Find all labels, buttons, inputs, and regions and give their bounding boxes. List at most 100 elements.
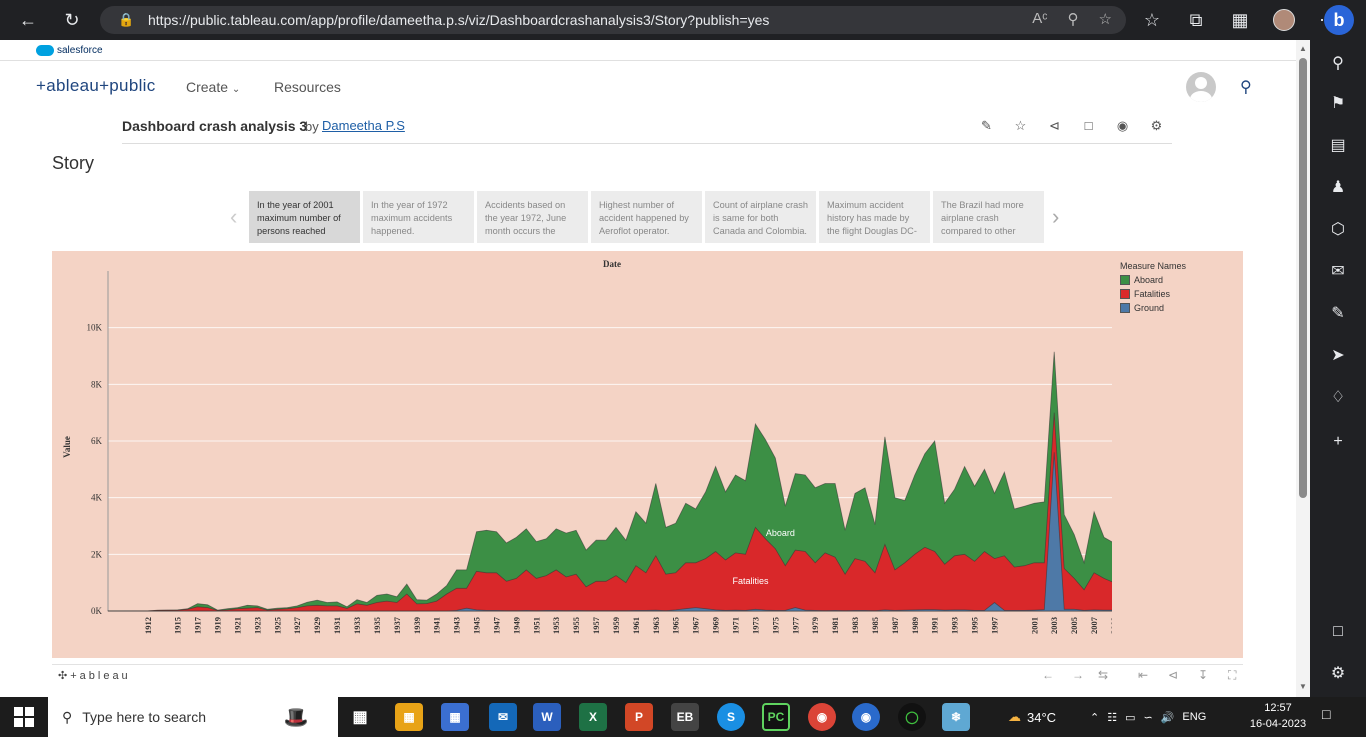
- app-eb-icon[interactable]: EB: [671, 703, 699, 731]
- legend-item-fatalities[interactable]: Fatalities: [1120, 289, 1186, 299]
- sidebar-add-icon[interactable]: +: [1326, 430, 1350, 454]
- add-favorite-icon[interactable]: ☆: [1099, 10, 1112, 28]
- sidebar-notification-icon[interactable]: ♢: [1326, 386, 1350, 410]
- download-icon[interactable]: ↧: [1198, 668, 1208, 682]
- story-point-5[interactable]: Count of airplane crash is same for both…: [705, 191, 816, 243]
- task-view-icon[interactable]: ▦: [346, 703, 374, 731]
- mail-icon[interactable]: ✉: [489, 703, 517, 731]
- x-tick-label: 1927: [292, 616, 302, 634]
- x-tick-label: 1939: [412, 617, 422, 634]
- settings-gear-icon[interactable]: ⚙: [1149, 118, 1164, 134]
- system-tray[interactable]: ⌃ ☷ ▭ ∽ 🔊 ENG: [1090, 697, 1206, 737]
- store-icon[interactable]: ▦: [441, 703, 469, 731]
- x-tick-label: 1977: [790, 616, 800, 634]
- sidebar-briefcase-icon[interactable]: ▤: [1326, 134, 1350, 158]
- story-point-7[interactable]: The Brazil had more airplane crash compa…: [933, 191, 1044, 243]
- redo-icon[interactable]: →: [1072, 668, 1084, 682]
- sidebar-games-icon[interactable]: ♟: [1326, 176, 1350, 200]
- comment-icon[interactable]: □: [1081, 118, 1096, 134]
- sidebar-split-icon[interactable]: □: [1326, 620, 1350, 644]
- tray-chevron-icon[interactable]: ⌃: [1090, 711, 1099, 724]
- refresh-icon[interactable]: ↻: [54, 2, 90, 38]
- edit-icon[interactable]: ✎: [979, 118, 994, 134]
- x-tick-label: 1975: [770, 617, 780, 634]
- legend-swatch-aboard: [1120, 275, 1130, 285]
- y-tick-label: 10K: [87, 323, 103, 333]
- story-prev-arrow-icon[interactable]: ‹: [230, 204, 237, 230]
- legend-item-aboard[interactable]: Aboard: [1120, 275, 1186, 285]
- windows-start-icon[interactable]: [14, 707, 34, 727]
- story-point-1[interactable]: In the year of 2001 maximum number of pe…: [249, 191, 360, 243]
- nav-create[interactable]: Create ⌄: [186, 79, 240, 95]
- volume-icon[interactable]: 🔊: [1161, 711, 1175, 724]
- story-next-arrow-icon[interactable]: ›: [1052, 204, 1059, 230]
- scroll-down-icon[interactable]: ▼: [1299, 682, 1307, 691]
- profile-icon[interactable]: [1267, 2, 1301, 38]
- weather-widget[interactable]: ☁ 34°C: [1008, 697, 1056, 737]
- sidebar-office-icon[interactable]: ⬡: [1326, 218, 1350, 242]
- share-icon[interactable]: ⊲: [1047, 118, 1062, 134]
- sidebar-image-creator-icon[interactable]: ✎: [1326, 302, 1350, 326]
- story-point-4[interactable]: Highest number of accident happened by A…: [591, 191, 702, 243]
- x-tick-label: 1963: [651, 617, 661, 634]
- revert-icon[interactable]: ⇆: [1098, 668, 1108, 682]
- collections-icon[interactable]: ⧉: [1179, 2, 1213, 38]
- sidebar-outlook-icon[interactable]: ✉: [1326, 260, 1350, 284]
- legend: Measure Names Aboard Fatalities Ground: [1120, 261, 1186, 317]
- extensions-icon[interactable]: ▦: [1223, 2, 1257, 38]
- edge-sidebar: ⚲ ⚑ ▤ ♟ ⬡ ✉ ✎ ➤ ♢ + □ ⚙: [1310, 40, 1366, 697]
- battery-icon[interactable]: ▭: [1125, 711, 1135, 724]
- favorites-icon[interactable]: ☆: [1135, 2, 1169, 38]
- taskbar: ⚲ Type here to search 🎩 ▦ ▦ ▦ ✉ W X P EB…: [0, 697, 1366, 737]
- zoom-icon[interactable]: ⚲: [1068, 10, 1079, 28]
- powerpoint-icon[interactable]: P: [625, 703, 653, 731]
- app-ring-icon[interactable]: ◯: [898, 703, 926, 731]
- sidebar-settings-icon[interactable]: ⚙: [1326, 662, 1350, 686]
- tableau-logo-small[interactable]: ✣+ableau: [58, 669, 131, 682]
- taskbar-clock[interactable]: 12:57 16-04-2023: [1248, 700, 1308, 732]
- sidebar-tag-icon[interactable]: ⚑: [1326, 92, 1350, 116]
- user-avatar[interactable]: [1186, 72, 1216, 102]
- excel-icon[interactable]: X: [579, 703, 607, 731]
- x-tick-label: 1933: [352, 617, 362, 634]
- story-point-3[interactable]: Accidents based on the year 1972, June m…: [477, 191, 588, 243]
- language-indicator[interactable]: ENG: [1182, 711, 1206, 723]
- story-point-2[interactable]: In the year of 1972 maximum accidents ha…: [363, 191, 474, 243]
- x-tick-label: 1987: [890, 616, 900, 634]
- legend-item-ground[interactable]: Ground: [1120, 303, 1186, 313]
- bing-chat-icon[interactable]: b: [1324, 5, 1354, 35]
- app-snowflake-icon[interactable]: ❄: [942, 703, 970, 731]
- salesforce-strip: salesforce: [0, 40, 1296, 61]
- read-aloud-icon[interactable]: Aᶜ: [1032, 10, 1047, 28]
- page-scrollbar[interactable]: ▲ ▼: [1296, 40, 1310, 697]
- nav-resources[interactable]: Resources: [274, 79, 341, 95]
- reset-icon[interactable]: ⇤: [1138, 668, 1148, 682]
- search-icon[interactable]: ⚲: [1240, 77, 1252, 97]
- file-explorer-icon[interactable]: ▦: [395, 703, 423, 731]
- sidebar-search-icon[interactable]: ⚲: [1326, 52, 1350, 76]
- favorite-star-icon[interactable]: ☆: [1013, 118, 1028, 134]
- scroll-up-icon[interactable]: ▲: [1299, 44, 1307, 53]
- chrome-icon[interactable]: ◉: [808, 703, 836, 731]
- back-arrow-icon[interactable]: ←: [10, 2, 46, 38]
- share-toolbar-icon[interactable]: ⊲: [1168, 668, 1178, 682]
- edge-icon[interactable]: ◉: [852, 703, 880, 731]
- address-bar[interactable]: 🔒 https://public.tableau.com/app/profile…: [100, 6, 1126, 34]
- fullscreen-icon[interactable]: ⛶: [1228, 668, 1236, 683]
- pycharm-icon[interactable]: PC: [762, 703, 790, 731]
- sidebar-send-icon[interactable]: ➤: [1326, 344, 1350, 368]
- notification-center-icon[interactable]: □: [1322, 706, 1344, 726]
- wifi-icon[interactable]: ∽: [1144, 711, 1153, 724]
- viz-author-link[interactable]: Dameetha P.S: [322, 118, 405, 133]
- x-tick-label: 1965: [671, 617, 681, 634]
- tableau-public-logo[interactable]: +ableau+public: [36, 76, 156, 96]
- story-point-6[interactable]: Maximum accident history has made by the…: [819, 191, 930, 243]
- skype-icon[interactable]: S: [717, 703, 745, 731]
- network-icon[interactable]: ☷: [1107, 711, 1117, 724]
- undo-icon[interactable]: ←: [1042, 668, 1054, 682]
- metadata-icon[interactable]: ◉: [1115, 118, 1130, 134]
- scroll-thumb[interactable]: [1299, 58, 1307, 498]
- nav-create-label: Create: [186, 79, 229, 95]
- word-icon[interactable]: W: [533, 703, 561, 731]
- x-tick-label: 1961: [631, 617, 641, 634]
